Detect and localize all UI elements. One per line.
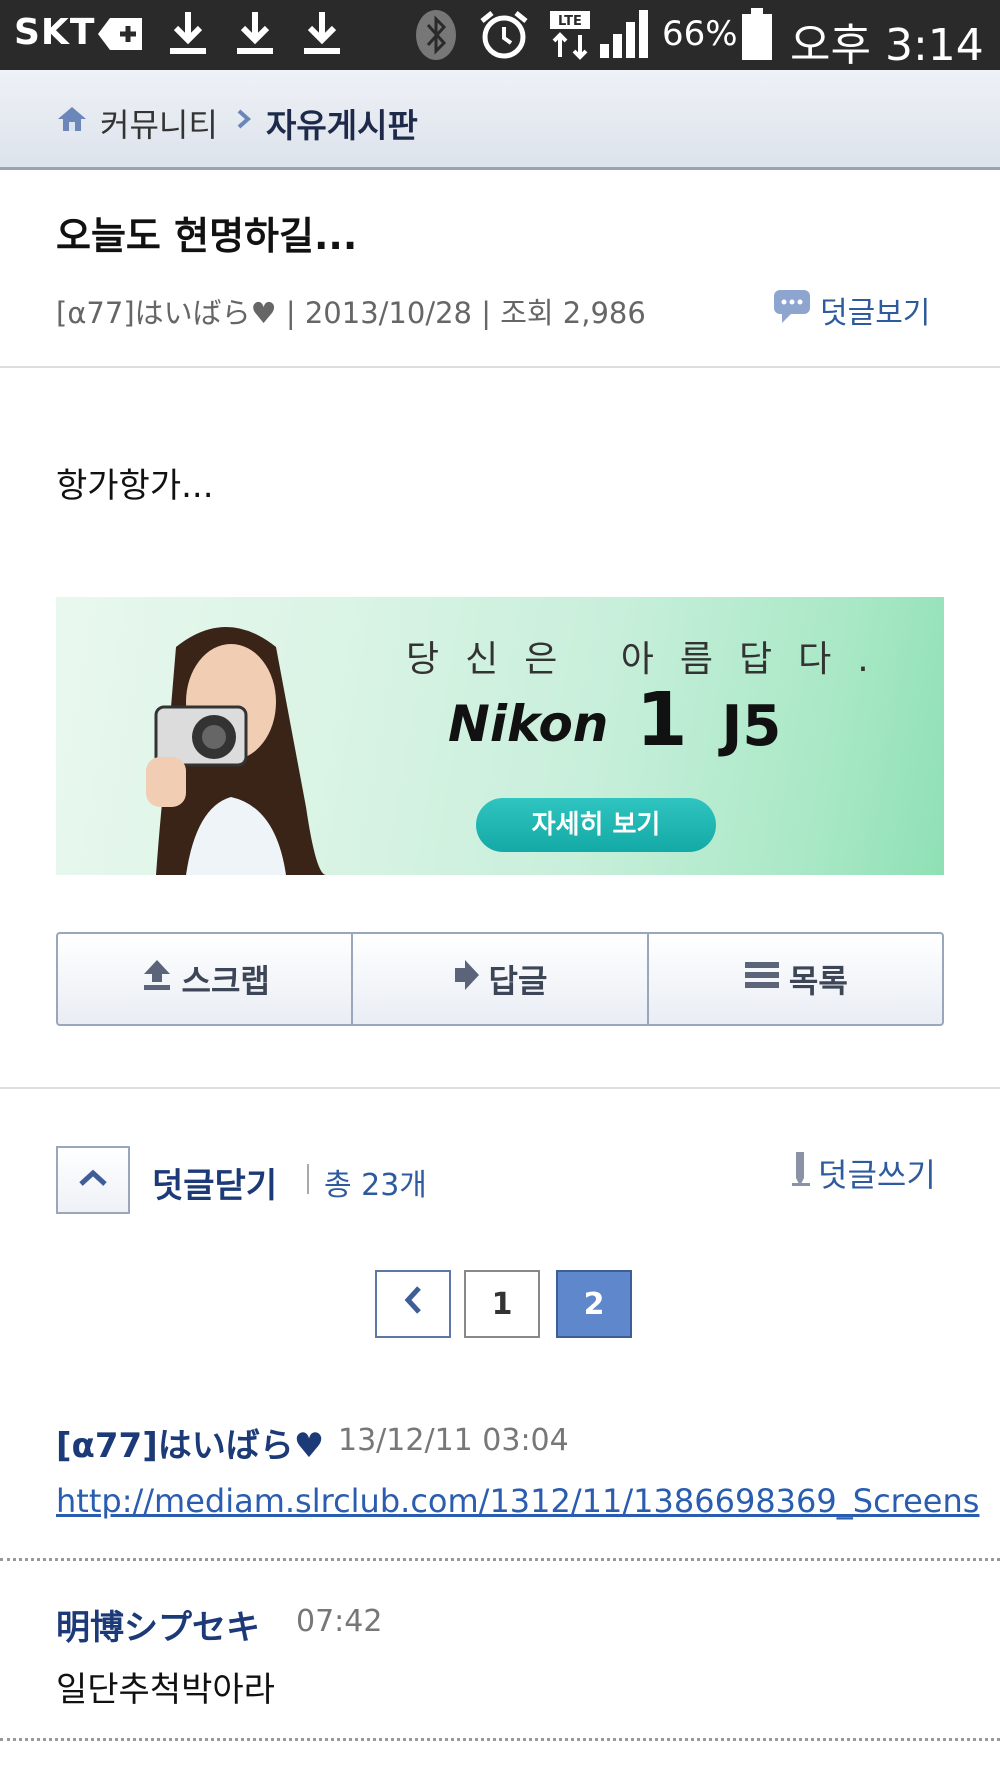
- banner-brand: Nikon: [448, 695, 609, 753]
- page-1-button[interactable]: 1: [464, 1270, 540, 1338]
- scrap-icon: [140, 958, 174, 1000]
- reply-label: 답글: [488, 962, 548, 1000]
- arrow-right-icon: [453, 958, 481, 1000]
- signal-icon: [598, 8, 654, 64]
- clock: 오후 3:14: [790, 20, 984, 71]
- banner-model-number: 1: [636, 677, 688, 763]
- list-button[interactable]: 목록: [649, 934, 942, 1024]
- view-comments-button[interactable]: 덧글보기: [772, 288, 930, 332]
- home-icon[interactable]: [56, 105, 88, 137]
- scrap-button[interactable]: 스크랩: [58, 934, 354, 1024]
- post-actions: 스크랩 답글 목록: [56, 932, 944, 1026]
- status-bar: SKT LTE 66% 오후 3:14: [0, 0, 1000, 71]
- breadcrumb: 커뮤니티 자유게시판: [0, 70, 1000, 170]
- comment-time: 07:42: [296, 1604, 383, 1639]
- battery-percent: 66%: [662, 14, 738, 54]
- comment-time: 13/12/11 03:04: [338, 1423, 569, 1458]
- chevron-left-icon: [403, 1285, 423, 1323]
- svg-text:LTE: LTE: [558, 14, 582, 29]
- comments-total: 총 23개: [324, 1168, 427, 1203]
- reply-button[interactable]: 답글: [353, 934, 649, 1024]
- comment-divider: [0, 1738, 1000, 1741]
- medical-plus-icon: [96, 14, 146, 58]
- view-comments-label: 덧글보기: [820, 296, 931, 331]
- download-icon: [166, 10, 210, 60]
- banner-model: 1 J5: [636, 677, 781, 763]
- scrap-label: 스크랩: [181, 962, 270, 1000]
- divider: [0, 1087, 1000, 1089]
- collapse-comments-button[interactable]: [56, 1146, 130, 1214]
- comment-divider: [0, 1558, 1000, 1561]
- chevron-right-icon: [236, 108, 252, 134]
- divider: [307, 1164, 309, 1194]
- divider: [0, 366, 1000, 368]
- comment-author[interactable]: [α77]はいばら♥: [56, 1418, 324, 1467]
- download-icon: [300, 10, 344, 60]
- banner-slogan: 당신은 아름답다.: [406, 639, 895, 680]
- woman-with-camera-image: [146, 627, 326, 875]
- write-comment-label: 덧글쓰기: [818, 1156, 936, 1194]
- list-label: 목록: [788, 962, 848, 1000]
- comment-author[interactable]: 明博シプセキ: [56, 1600, 260, 1649]
- lte-icon: LTE: [548, 9, 592, 65]
- comments-close-label[interactable]: 덧글닫기: [152, 1158, 277, 1207]
- post-body: 항가항가...: [56, 466, 214, 506]
- carrier-label: SKT: [14, 12, 96, 53]
- download-icon: [233, 10, 277, 60]
- comment-text: 일단추척박아라: [56, 1670, 275, 1710]
- pencil-icon: [790, 1150, 812, 1196]
- prev-page-button[interactable]: [375, 1270, 451, 1338]
- breadcrumb-current[interactable]: 자유게시판: [266, 99, 418, 147]
- chevron-up-icon: [78, 1169, 108, 1191]
- comment-link[interactable]: http://mediam.slrclub.com/1312/11/138669…: [56, 1482, 1000, 1520]
- banner-details-button[interactable]: 자세히 보기: [476, 798, 716, 852]
- ad-banner[interactable]: 당신은 아름답다. Nikon 1 J5 자세히 보기: [56, 597, 944, 875]
- post-title: 오늘도 현명하길...: [56, 214, 358, 258]
- alarm-icon: [478, 9, 530, 65]
- battery-icon: [740, 8, 774, 66]
- breadcrumb-community-link[interactable]: 커뮤니티: [100, 100, 218, 146]
- page-2-button[interactable]: 2: [556, 1270, 632, 1338]
- speech-bubble-icon: [772, 288, 812, 332]
- write-comment-button[interactable]: 덧글쓰기: [790, 1150, 936, 1196]
- post-meta: [α77]はいばら♥ | 2013/10/28 | 조회 2,986: [56, 296, 646, 330]
- list-icon: [743, 960, 781, 998]
- bluetooth-icon: [414, 9, 458, 65]
- banner-model-name: J5: [721, 694, 782, 759]
